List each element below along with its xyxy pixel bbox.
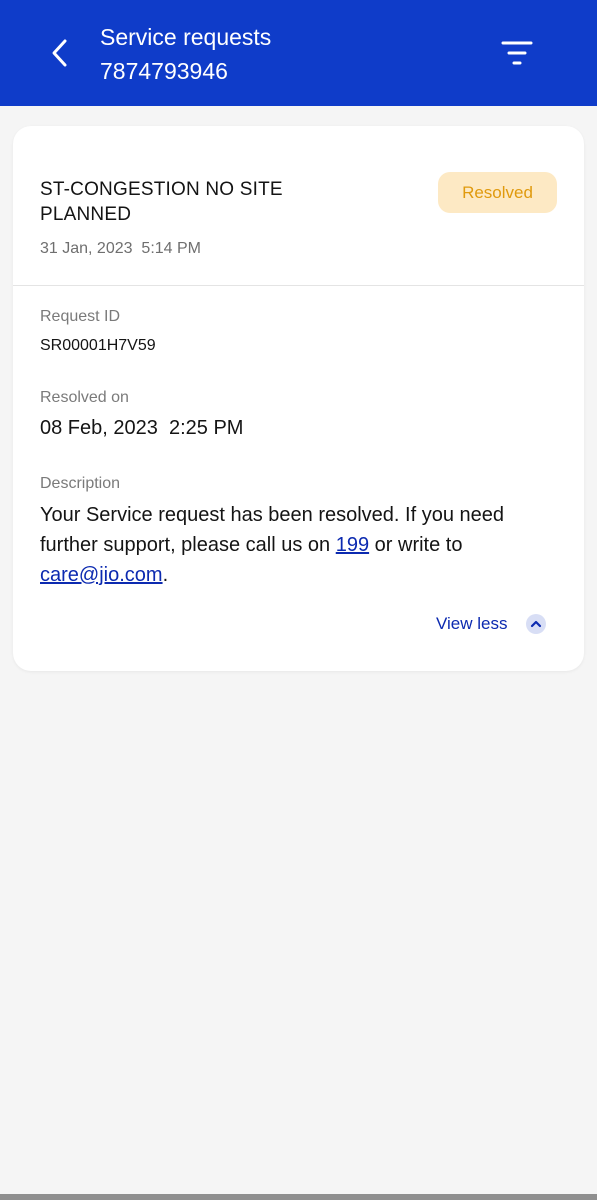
chevron-left-icon [52, 39, 67, 67]
view-less-button[interactable]: View less [436, 612, 546, 636]
resolved-on-label: Resolved on [40, 389, 129, 406]
email-link[interactable]: care@jio.com [40, 564, 163, 586]
description-label: Description [40, 475, 121, 492]
resolved-on-value: 08 Feb, 2023 2:25 PM [40, 417, 244, 439]
phone-number: 7874793946 [100, 58, 228, 84]
request-title: ST-CONGESTION NO SITE PLANNED [40, 179, 283, 225]
back-button[interactable] [38, 30, 82, 76]
header-title-block: Service requests 7874793946 [100, 22, 271, 86]
request-id-label: Request ID [40, 308, 121, 325]
status-badge: Resolved [438, 172, 557, 213]
description-text: Your Service request has been resolved. … [40, 500, 565, 590]
filter-icon [501, 41, 533, 65]
navigation-handle-bar [0, 1194, 597, 1200]
phone-link[interactable]: 199 [336, 534, 369, 556]
chevron-up-icon [525, 614, 546, 634]
description-middle: or write to [369, 534, 463, 556]
view-less-label: View less [436, 614, 508, 633]
request-id-value: SR00001H7V59 [40, 337, 156, 354]
page-title: Service requests [100, 24, 272, 50]
description-suffix: . [162, 564, 169, 586]
request-created-date: 31 Jan, 2023 5:14 PM [40, 240, 201, 257]
app-bar: Service requests 7874793946 [0, 0, 597, 106]
filter-button[interactable] [494, 30, 540, 76]
service-request-card: ST-CONGESTION NO SITE PLANNED 31 Jan, 20… [13, 126, 584, 671]
card-header: ST-CONGESTION NO SITE PLANNED 31 Jan, 20… [13, 126, 584, 286]
card-divider [13, 285, 584, 286]
